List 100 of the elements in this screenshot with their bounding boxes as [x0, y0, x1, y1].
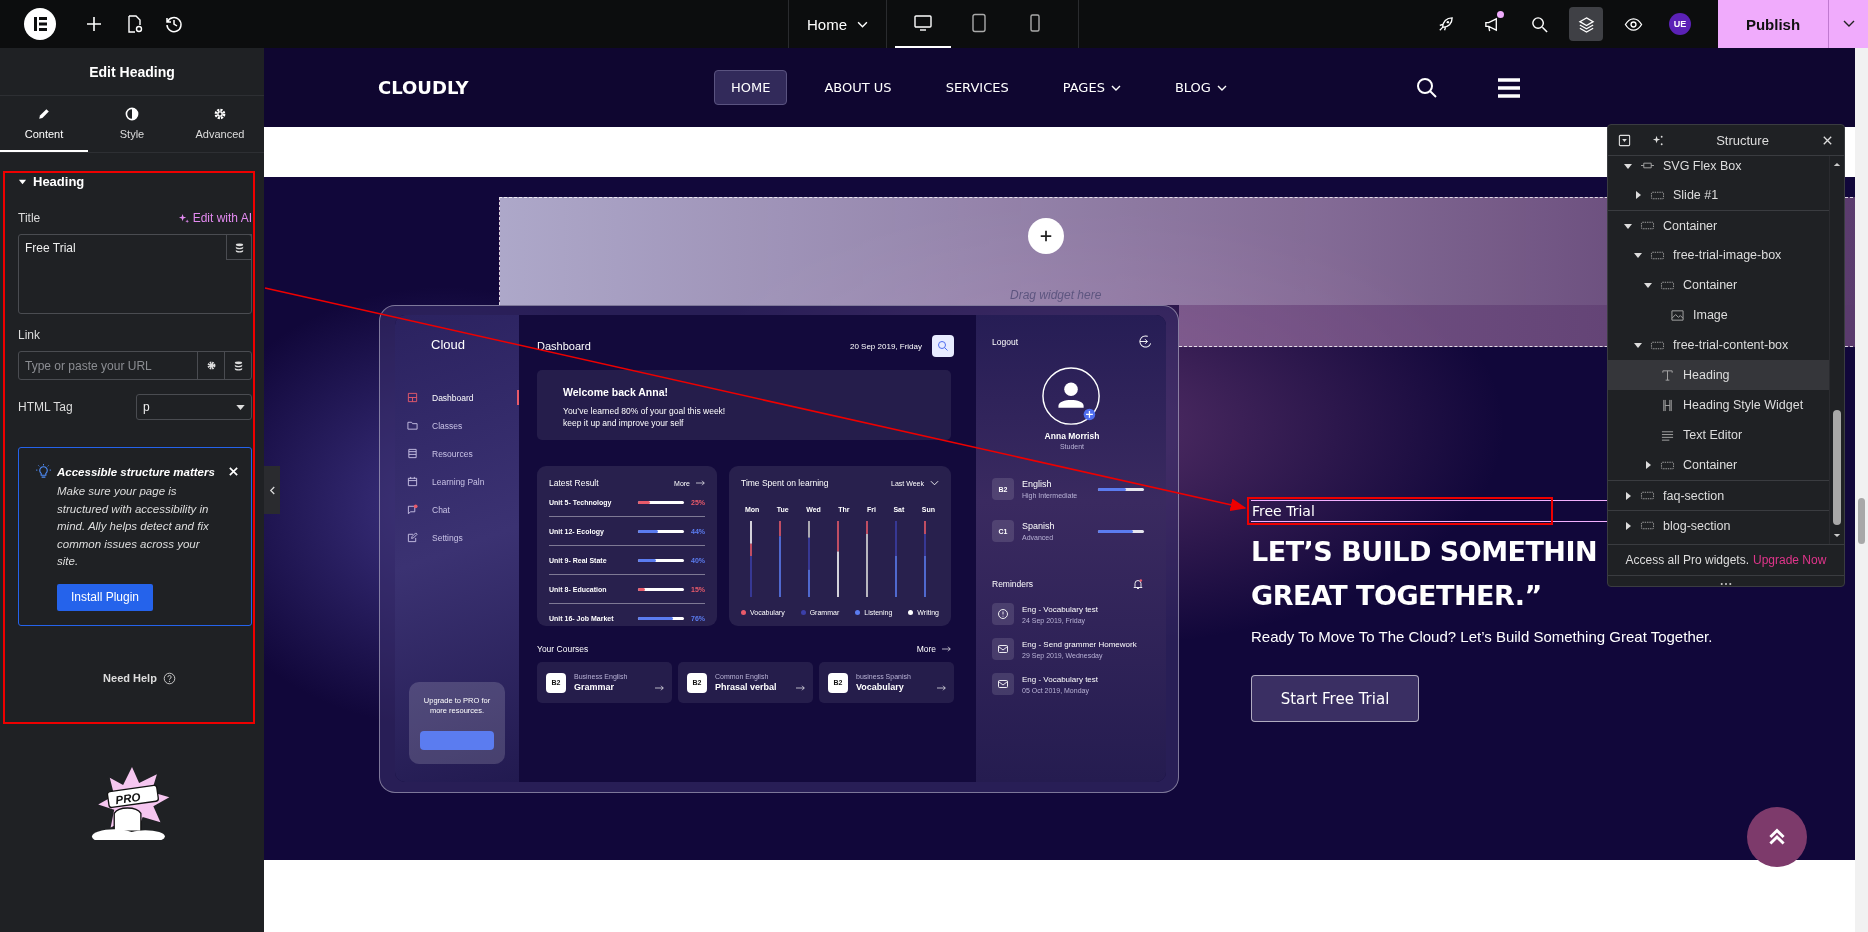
nav-link[interactable]: SERVICES: [928, 70, 1026, 105]
dashboard-icon[interactable]: [407, 392, 418, 403]
panel-tab[interactable]: Style: [88, 96, 176, 152]
dynamic-tags-button[interactable]: [226, 234, 252, 260]
caret-icon[interactable]: [236, 404, 245, 410]
caret-icon[interactable]: [1624, 491, 1632, 500]
database-icon[interactable]: [232, 360, 244, 371]
nav-link[interactable]: HOME: [714, 70, 788, 105]
caret-icon[interactable]: [1644, 281, 1652, 289]
arrow-right-icon[interactable]: [942, 646, 951, 652]
scroll-up-icon[interactable]: [1833, 162, 1841, 167]
help-icon[interactable]: [162, 671, 176, 685]
caret-icon[interactable]: [1624, 521, 1632, 530]
history-icon[interactable]: [164, 14, 184, 34]
caret-icon[interactable]: [1634, 341, 1642, 349]
settings-icon[interactable]: [205, 360, 217, 371]
dashboard-nav-item[interactable]: Classes: [395, 418, 519, 433]
database-icon[interactable]: [233, 241, 245, 253]
sparkle-icon[interactable]: [177, 212, 189, 224]
caret-icon[interactable]: [1634, 191, 1642, 199]
caret-icon[interactable]: [1842, 20, 1855, 28]
url-field[interactable]: Type or paste your URL: [18, 351, 252, 380]
dashboard-nav-item[interactable]: Settings: [395, 530, 519, 545]
dashboard-nav-item[interactable]: Chat: [395, 502, 519, 517]
caret-icon[interactable]: [1644, 461, 1652, 469]
bell-icon[interactable]: [1132, 578, 1144, 590]
user-avatar[interactable]: UE: [1669, 13, 1691, 35]
publish-button[interactable]: Publish: [1718, 0, 1828, 48]
caret-icon[interactable]: [18, 177, 27, 186]
structure-item[interactable]: Container: [1608, 270, 1829, 300]
settings-icon[interactable]: [212, 106, 228, 122]
caret-icon[interactable]: [1634, 251, 1642, 259]
double-chevron-up-icon[interactable]: [1766, 826, 1788, 848]
folder-icon[interactable]: [407, 420, 418, 431]
container-icon: [1640, 519, 1655, 532]
menu-icon[interactable]: [1497, 77, 1520, 98]
chevron-left-icon[interactable]: [268, 485, 276, 495]
elementor-logo-icon[interactable]: [24, 8, 56, 40]
need-help-link[interactable]: Need Help: [103, 672, 157, 684]
install-plugin-button[interactable]: Install Plugin: [57, 583, 154, 611]
add-widget-button[interactable]: [1028, 218, 1064, 254]
dashboard-nav-item[interactable]: Resources: [395, 446, 519, 461]
panel-tab[interactable]: Advanced: [176, 96, 264, 152]
scrollbar-thumb[interactable]: [1858, 498, 1865, 544]
search-icon[interactable]: [1529, 14, 1549, 34]
scroll-to-top-button[interactable]: [1747, 807, 1807, 867]
search-icon[interactable]: [1415, 76, 1438, 99]
dashboard-nav-item[interactable]: Learning Paln: [395, 474, 519, 489]
free-trial-heading[interactable]: Free Trial: [1251, 500, 1607, 522]
title-text-area[interactable]: Free Trial: [18, 234, 252, 314]
chat-icon[interactable]: [407, 504, 418, 515]
nav-link[interactable]: PAGES: [1045, 70, 1138, 105]
pencil-icon[interactable]: [36, 106, 52, 122]
edit-with-ai-link[interactable]: Edit with AI: [177, 211, 252, 225]
contrast-icon[interactable]: [124, 106, 140, 122]
dropdown-icon[interactable]: [1618, 133, 1631, 147]
structure-item[interactable]: free-trial-content-box: [1608, 330, 1829, 360]
caret-icon[interactable]: [1624, 221, 1632, 230]
dashboard-nav-item[interactable]: Dashboard: [395, 390, 519, 405]
calendar-icon[interactable]: [407, 476, 418, 487]
structure-item[interactable]: Heading Style Widget: [1608, 390, 1829, 420]
tablet-icon[interactable]: [969, 13, 989, 33]
upgrade-now-link[interactable]: Upgrade Now: [1753, 553, 1827, 568]
panel-tab[interactable]: Content: [0, 96, 88, 152]
layers-icon[interactable]: [1576, 14, 1596, 34]
logout-link[interactable]: Logout: [992, 336, 1018, 347]
search-button[interactable]: [932, 335, 954, 357]
scroll-down-icon[interactable]: [1833, 533, 1841, 539]
site-logo[interactable]: CLOUDLY: [378, 77, 714, 98]
archive-icon[interactable]: [407, 448, 418, 459]
start-free-trial-button[interactable]: Start Free Trial: [1251, 675, 1419, 722]
sparkle-icon[interactable]: [1651, 133, 1664, 147]
edit-icon[interactable]: [407, 532, 418, 543]
url-input[interactable]: Type or paste your URL: [19, 352, 197, 379]
structure-item[interactable]: free-trial-image-box: [1608, 240, 1829, 270]
desktop-icon[interactable]: [913, 13, 933, 33]
add-icon[interactable]: [84, 14, 104, 34]
section-toggle[interactable]: Heading: [18, 174, 85, 189]
structure-item[interactable]: Container: [1608, 210, 1829, 240]
scrollbar-thumb[interactable]: [1833, 410, 1841, 526]
structure-item[interactable]: Text Editor: [1608, 420, 1829, 450]
chevron-down-icon[interactable]: [930, 480, 939, 486]
more-link[interactable]: More: [916, 644, 936, 654]
caret-icon[interactable]: [1624, 161, 1632, 170]
logout-icon[interactable]: [1139, 335, 1152, 348]
plus-icon[interactable]: [1039, 229, 1053, 243]
structure-item[interactable]: faq-section: [1608, 480, 1829, 510]
arrow-right-icon[interactable]: [696, 480, 705, 486]
structure-item[interactable]: blog-section: [1608, 510, 1829, 540]
layers-button[interactable]: [1569, 7, 1603, 41]
close-icon[interactable]: [228, 466, 239, 477]
mail-icon: [992, 638, 1014, 660]
title-label: Title: [18, 211, 41, 225]
nav-link[interactable]: ABOUT US: [807, 70, 909, 105]
resize-handle-icon[interactable]: [1720, 582, 1732, 586]
structure-item[interactable]: Heading: [1608, 360, 1829, 390]
structure-item[interactable]: Container: [1608, 450, 1829, 480]
nav-link[interactable]: BLOG: [1157, 70, 1244, 105]
structure-item[interactable]: SVG Flex Box: [1608, 156, 1829, 180]
html-tag-select[interactable]: p: [136, 394, 252, 420]
